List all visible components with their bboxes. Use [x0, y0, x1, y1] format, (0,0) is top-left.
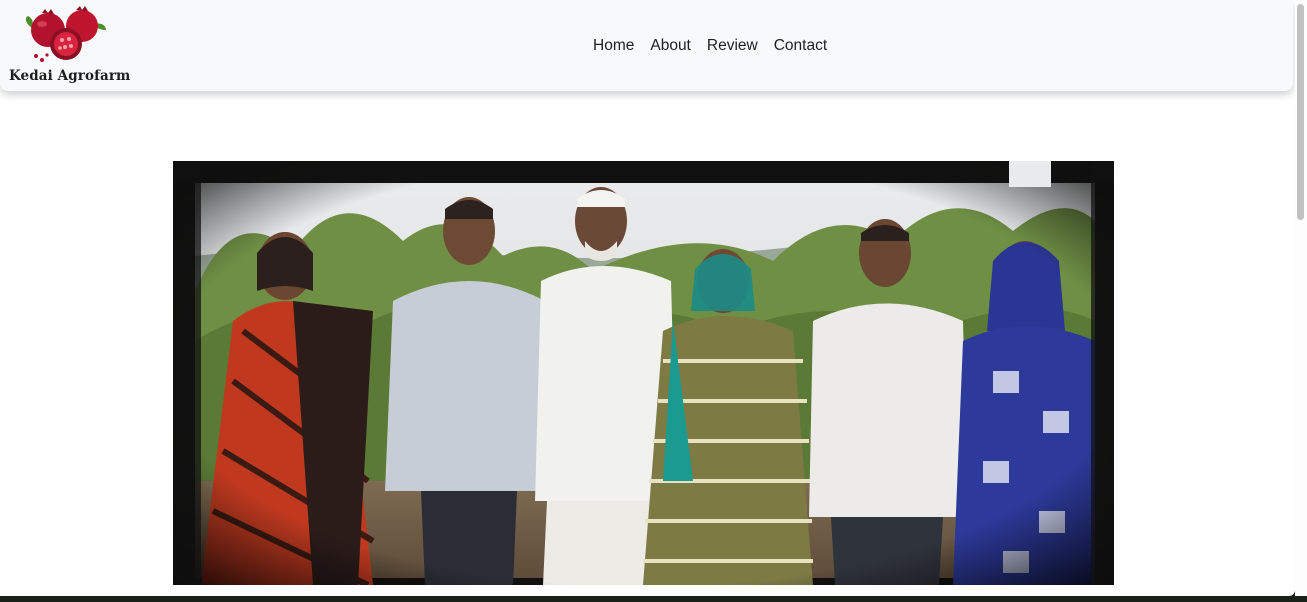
- brand-name: Kedai Agrofarm: [9, 68, 131, 84]
- scrollbar-thumb[interactable]: [1297, 4, 1304, 220]
- nav-links: Home About Review Contact: [585, 36, 835, 56]
- nav-link-home[interactable]: Home: [585, 36, 642, 56]
- brand-logo-link[interactable]: Kedai Agrofarm: [8, 6, 130, 86]
- nav-link-contact[interactable]: Contact: [766, 36, 835, 56]
- page-viewport: Kedai Agrofarm Home About Review Contact: [0, 0, 1295, 596]
- navbar: Kedai Agrofarm Home About Review Contact: [0, 0, 1293, 91]
- nav-link-about[interactable]: About: [642, 36, 699, 56]
- pomegranate-icon: [25, 6, 106, 62]
- group-photo-image: [173, 161, 1114, 585]
- os-taskbar-edge: [0, 596, 1307, 602]
- nav-link-review[interactable]: Review: [699, 36, 766, 56]
- hero-photo: [173, 161, 1114, 585]
